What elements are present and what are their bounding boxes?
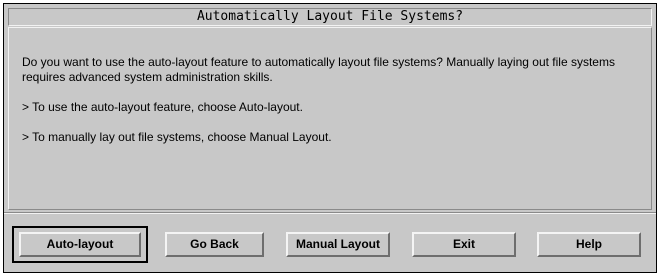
- help-button[interactable]: Help: [537, 232, 641, 257]
- manual-layout-instruction: > To manually lay out file systems, choo…: [22, 130, 332, 144]
- dialog-message-area: Do you want to use the auto-layout featu…: [8, 27, 652, 210]
- go-back-button[interactable]: Go Back: [165, 232, 264, 257]
- dialog-title: Automatically Layout File Systems?: [8, 8, 652, 26]
- exit-button[interactable]: Exit: [412, 232, 516, 257]
- dialog-window: Automatically Layout File Systems? Do yo…: [3, 3, 657, 273]
- auto-layout-button[interactable]: Auto-layout: [19, 232, 141, 257]
- manual-layout-button[interactable]: Manual Layout: [286, 232, 390, 257]
- auto-layout-instruction: > To use the auto-layout feature, choose…: [22, 100, 303, 114]
- button-separator: [4, 212, 656, 214]
- button-bar: Auto-layout Go Back Manual Layout Exit H…: [4, 215, 656, 272]
- intro-paragraph: Do you want to use the auto-layout featu…: [22, 55, 615, 84]
